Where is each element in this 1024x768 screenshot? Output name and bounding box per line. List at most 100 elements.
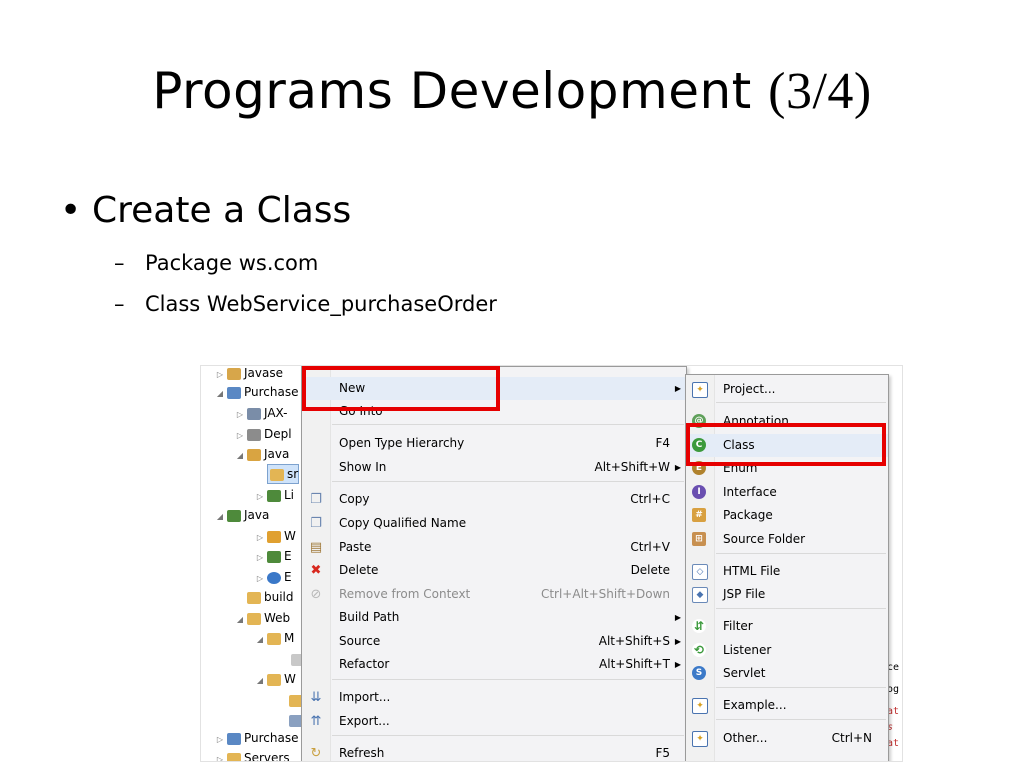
- menu-item-open-type-hierarchy[interactable]: Open Type Hierarchy F4: [302, 432, 686, 455]
- tree-item[interactable]: ◢ M: [255, 628, 294, 648]
- menu-item-remove-from-context[interactable]: ⊘ Remove from Context Ctrl+Alt+Shift+Down: [302, 583, 686, 606]
- sub-bullet-package: – Package ws.com: [114, 251, 319, 275]
- folder-icon: [267, 632, 281, 645]
- eclipse-screenshot: ▷ Javase ◢ Purchase ▷ JAX- ▷ Depl ◢ Java sr ▷…: [200, 365, 903, 762]
- highlight-box-new: [302, 366, 500, 411]
- package-icon: #: [692, 508, 706, 522]
- menu-separator: [716, 553, 886, 554]
- submenu-item-other[interactable]: ✦ Other... Ctrl+N: [686, 727, 888, 750]
- menu-separator: [716, 608, 886, 609]
- project-icon: [227, 367, 241, 380]
- tree-item[interactable]: ▷ E: [255, 567, 292, 587]
- copy-qualified-name-icon: ❐: [310, 516, 322, 531]
- sub-bullet-class: – Class WebService_purchaseOrder: [114, 292, 497, 316]
- tree-item[interactable]: build: [245, 587, 294, 607]
- tree-item[interactable]: ▷ Li: [255, 485, 294, 505]
- main-bullet: • Create a Class: [60, 190, 351, 231]
- menu-item-import[interactable]: ⇊ Import...: [302, 686, 686, 709]
- submenu-arrow-icon: ▶: [674, 384, 681, 393]
- tree-item[interactable]: ◢ Purchase: [215, 382, 299, 402]
- jsp-file-icon: ◆: [692, 587, 708, 603]
- menu-item-copy-qualified-name[interactable]: ❐ Copy Qualified Name: [302, 512, 686, 535]
- menu-item-source[interactable]: Source Alt+Shift+S ▶: [302, 630, 686, 653]
- tree-item[interactable]: ▷ JAX-: [235, 403, 288, 423]
- paste-icon: ▤: [309, 540, 323, 555]
- submenu-item-jsp-file[interactable]: ◆ JSP File: [686, 583, 888, 606]
- slide-title-text: Programs Development: [152, 62, 769, 120]
- tree-item[interactable]: ▷ E: [255, 546, 292, 566]
- library-icon: [267, 550, 281, 563]
- tree-item[interactable]: ◢ Web: [235, 608, 290, 628]
- submenu-item-project[interactable]: ✦ Project...: [686, 378, 888, 401]
- folder-icon: [267, 673, 281, 686]
- tree-item[interactable]: ◢ Java: [215, 505, 269, 525]
- menu-separator: [332, 424, 684, 425]
- menu-item-export[interactable]: ⇈ Export...: [302, 710, 686, 733]
- editor-fragment: ce og at s at: [887, 656, 902, 761]
- project-explorer: ▷ Javase ◢ Purchase ▷ JAX- ▷ Depl ◢ Java sr ▷…: [201, 366, 305, 761]
- import-icon: ⇊: [310, 690, 322, 705]
- menu-separator: [332, 735, 684, 736]
- submenu-item-listener[interactable]: ⟲ Listener: [686, 639, 888, 662]
- filter-icon: ⇵: [692, 619, 706, 633]
- submenu-item-servlet[interactable]: S Servlet: [686, 662, 888, 685]
- interface-icon: I: [692, 485, 706, 499]
- menu-separator: [332, 679, 684, 680]
- submenu-item-interface[interactable]: I Interface: [686, 481, 888, 504]
- listener-icon: ⟲: [692, 643, 706, 657]
- menu-item-delete[interactable]: ✖ Delete Delete: [302, 559, 686, 582]
- submenu-arrow-icon: ▶: [674, 660, 681, 669]
- slide-title-number: (3/4): [768, 63, 872, 120]
- copy-icon: ❐: [310, 492, 322, 507]
- menu-separator: [332, 481, 684, 482]
- tree-item[interactable]: ▷ W: [255, 526, 296, 546]
- submenu-item-filter[interactable]: ⇵ Filter: [686, 615, 888, 638]
- source-folder-icon: ⊞: [692, 532, 706, 546]
- menu-separator: [716, 402, 886, 403]
- remove-from-context-icon: ⊘: [310, 587, 322, 602]
- menu-item-refactor[interactable]: Refactor Alt+Shift+T ▶: [302, 653, 686, 676]
- folder-icon: [247, 591, 261, 604]
- menu-item-build-path[interactable]: Build Path ▶: [302, 606, 686, 629]
- submenu-arrow-icon: ▶: [674, 637, 681, 646]
- new-project-icon: ✦: [692, 382, 708, 398]
- refresh-icon: ↻: [310, 746, 322, 761]
- servlet-icon: S: [692, 666, 706, 680]
- submenu-item-source-folder[interactable]: ⊞ Source Folder: [686, 528, 888, 551]
- menu-separator: [716, 719, 886, 720]
- tree-item[interactable]: ▷ Purchase: [215, 728, 299, 748]
- submenu-item-package[interactable]: # Package: [686, 504, 888, 527]
- menu-item-copy[interactable]: ❐ Copy Ctrl+C: [302, 488, 686, 511]
- tree-item[interactable]: ◢ W: [255, 669, 296, 689]
- folder-icon: [247, 612, 261, 625]
- context-menu: New ▶ Go Into Open Type Hierarchy F4 Show …: [301, 366, 687, 761]
- highlight-box-class: [686, 423, 886, 466]
- tree-item-selected[interactable]: sr: [267, 464, 300, 484]
- other-wizard-icon: ✦: [692, 731, 708, 747]
- menu-item-paste[interactable]: ▤ Paste Ctrl+V: [302, 536, 686, 559]
- bullet-dot: •: [60, 190, 82, 231]
- export-icon: ⇈: [310, 714, 322, 729]
- submenu-item-html-file[interactable]: ◇ HTML File: [686, 560, 888, 583]
- slide-title: Programs Development (3/4): [0, 62, 1024, 121]
- project-icon: [227, 386, 241, 399]
- library-icon: [227, 509, 241, 522]
- menu-item-show-in[interactable]: Show In Alt+Shift+W ▶: [302, 456, 686, 479]
- menu-separator: [716, 687, 886, 688]
- globe-icon: [267, 571, 281, 584]
- tree-item[interactable]: ▷ Depl: [235, 424, 292, 444]
- tree-item[interactable]: ◢ Java: [235, 444, 289, 464]
- java-resources-icon: [247, 448, 261, 461]
- html-file-icon: ◇: [692, 564, 708, 580]
- library-icon: [267, 489, 281, 502]
- delete-icon: ✖: [310, 563, 322, 578]
- service-icon: [247, 407, 261, 420]
- tree-item[interactable]: ▷ Javase: [215, 366, 283, 383]
- submenu-item-example[interactable]: ✦ Example...: [686, 694, 888, 717]
- menu-item-refresh[interactable]: ↻ Refresh F5: [302, 742, 686, 761]
- sub-bullet-class-text: Class WebService_purchaseOrder: [145, 292, 497, 316]
- source-folder-icon: [270, 468, 284, 481]
- main-bullet-text: Create a Class: [92, 190, 352, 231]
- tree-item[interactable]: ▷ Servers: [215, 748, 290, 761]
- folder-icon: [267, 530, 281, 543]
